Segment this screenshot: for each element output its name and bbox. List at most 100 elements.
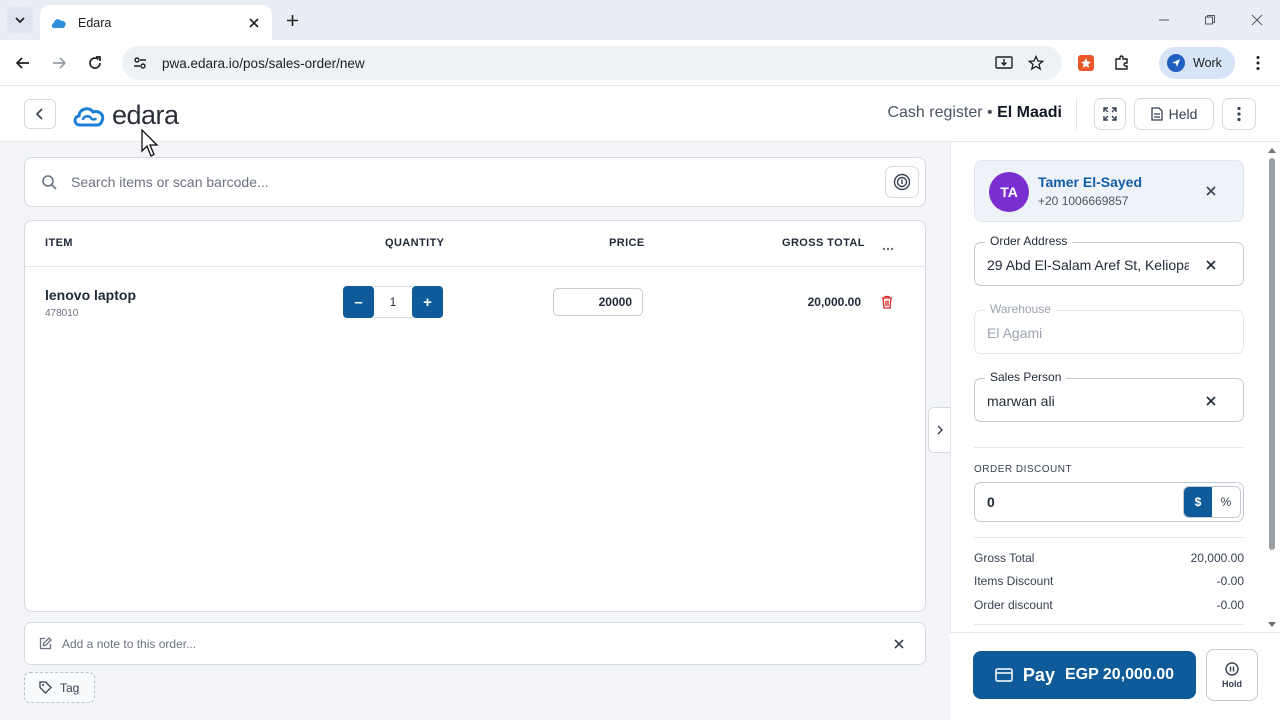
- customer-avatar: TA: [989, 172, 1029, 212]
- fullscreen-button[interactable]: [1094, 98, 1126, 130]
- close-tab-icon[interactable]: [246, 15, 262, 31]
- close-window-button[interactable]: [1249, 12, 1265, 28]
- warehouse-field: Warehouse El Agami: [974, 302, 1244, 354]
- warehouse-value: El Agami: [987, 325, 1043, 341]
- clear-address-icon[interactable]: [1205, 259, 1217, 271]
- install-icon: [995, 56, 1013, 69]
- hold-order-button[interactable]: Hold: [1206, 649, 1258, 701]
- register-name: El Maadi: [997, 104, 1062, 121]
- side-panel-scrollbar[interactable]: [1267, 146, 1277, 632]
- held-orders-button[interactable]: Held: [1134, 98, 1214, 130]
- pay-button[interactable]: Pay EGP 20,000.00: [973, 651, 1196, 699]
- bookmark-button[interactable]: [1026, 53, 1046, 73]
- scroll-up-icon[interactable]: [1267, 146, 1277, 154]
- summary-value: -0.00: [1216, 574, 1244, 588]
- item-name: lenovo laptop: [45, 287, 136, 303]
- order-discount-input[interactable]: 0 $ %: [974, 482, 1244, 522]
- customer-name[interactable]: Tamer El-Sayed: [1038, 174, 1142, 190]
- reload-button[interactable]: [85, 53, 105, 73]
- summary-label: Items Discount: [974, 574, 1054, 588]
- pause-icon: [1225, 661, 1239, 676]
- section-divider: [974, 537, 1244, 538]
- trash-icon: [882, 295, 892, 309]
- minimize-button[interactable]: [1156, 12, 1172, 28]
- search-input[interactable]: [71, 174, 925, 190]
- summary-row-items-discount: Items Discount -0.00: [974, 574, 1244, 588]
- browser-menu-button[interactable]: [1248, 53, 1268, 73]
- order-address-label: Order Address: [985, 234, 1073, 248]
- restore-icon: [1205, 15, 1215, 25]
- table-header: ITEM QUANTITY PRICE GROSS TOTAL: [25, 221, 925, 267]
- forward-nav-button[interactable]: [49, 53, 69, 73]
- add-tag-button[interactable]: Tag: [24, 672, 95, 703]
- discount-type-percent[interactable]: %: [1212, 487, 1240, 517]
- app-back-button[interactable]: [24, 99, 56, 129]
- table-row: lenovo laptop 478010 – 1 + 20000 20,000.…: [25, 268, 925, 338]
- new-tab-button[interactable]: [282, 10, 302, 30]
- install-app-button[interactable]: [994, 53, 1014, 73]
- tag-label: Tag: [60, 680, 80, 695]
- order-address-field[interactable]: Order Address 29 Abd El-Salam Aref St, K…: [974, 234, 1244, 286]
- order-note-field[interactable]: Add a note to this order...: [24, 622, 926, 665]
- header-divider: [1076, 98, 1077, 130]
- profile-chip[interactable]: Work: [1159, 47, 1235, 79]
- back-nav-button[interactable]: [13, 53, 33, 73]
- app-menu-button[interactable]: [1222, 98, 1256, 130]
- delete-item-button[interactable]: [881, 295, 895, 309]
- edara-cloud-logo-icon: [73, 106, 105, 126]
- scroll-down-icon[interactable]: [1267, 621, 1277, 629]
- extension-button[interactable]: [1076, 53, 1096, 73]
- column-header-item: ITEM: [45, 237, 73, 249]
- browser-tab[interactable]: Edara: [40, 5, 272, 40]
- customer-phone: +20 1006669857: [1038, 194, 1129, 208]
- table-options-button[interactable]: [882, 238, 894, 256]
- toggle-side-panel-button[interactable]: [928, 407, 950, 453]
- edit-icon: [39, 637, 52, 650]
- column-header-gross-total: GROSS TOTAL: [782, 237, 865, 249]
- puzzle-icon: [1115, 55, 1128, 70]
- mouse-cursor-icon: [141, 129, 159, 157]
- decrease-quantity-button[interactable]: –: [343, 286, 374, 318]
- price-input[interactable]: 20000: [553, 288, 643, 316]
- note-placeholder: Add a note to this order...: [62, 636, 197, 651]
- restore-button[interactable]: [1202, 12, 1218, 28]
- summary-row-order-discount: Order discount -0.00: [974, 598, 1244, 612]
- row-gross-total: 20,000.00: [807, 295, 861, 309]
- browser-toolbar: pwa.edara.io/pos/sales-order/new Work: [0, 40, 1280, 86]
- tab-search-button[interactable]: [7, 7, 33, 33]
- credit-card-icon: [995, 668, 1013, 682]
- sales-person-label: Sales Person: [985, 370, 1067, 384]
- tab-title: Edara: [78, 15, 112, 30]
- chevron-right-icon: [937, 425, 943, 435]
- address-bar[interactable]: pwa.edara.io/pos/sales-order/new: [122, 46, 1062, 80]
- sales-person-field[interactable]: Sales Person marwan ali: [974, 370, 1244, 422]
- clear-sales-person-icon[interactable]: [1205, 395, 1217, 407]
- summary-row-gross-total: Gross Total 20,000.00: [974, 551, 1244, 565]
- extensions-menu-button[interactable]: [1112, 53, 1132, 73]
- order-discount-value[interactable]: 0: [987, 494, 995, 510]
- quantity-value[interactable]: 1: [374, 286, 412, 318]
- clear-note-icon[interactable]: [893, 638, 905, 650]
- kebab-menu-icon: [1237, 106, 1241, 122]
- payment-bar: Pay EGP 20,000.00 Hold: [950, 632, 1280, 720]
- warehouse-label: Warehouse: [985, 302, 1056, 316]
- hold-label: Hold: [1222, 678, 1242, 689]
- more-horizontal-icon: [882, 247, 894, 251]
- fullscreen-icon: [1103, 107, 1117, 121]
- remove-customer-icon[interactable]: [1205, 185, 1217, 197]
- pay-amount: EGP 20,000.00: [1064, 666, 1175, 683]
- document-icon: [1150, 107, 1163, 121]
- arrow-left-icon: [15, 57, 29, 69]
- tag-icon: [39, 681, 52, 694]
- fingerprint-scan-icon: [893, 173, 911, 191]
- cloud-icon: [51, 18, 66, 28]
- discount-type-amount[interactable]: $: [1184, 487, 1212, 517]
- pay-label: Pay: [1022, 664, 1055, 685]
- customer-card[interactable]: TA Tamer El-Sayed +20 1006669857: [974, 160, 1244, 222]
- increase-quantity-button[interactable]: +: [412, 286, 443, 318]
- site-info-icon[interactable]: [132, 55, 148, 71]
- scan-barcode-button[interactable]: [885, 166, 919, 198]
- url-text[interactable]: pwa.edara.io/pos/sales-order/new: [162, 56, 365, 71]
- item-search-bar: [24, 157, 926, 207]
- scrollbar-thumb[interactable]: [1269, 158, 1275, 550]
